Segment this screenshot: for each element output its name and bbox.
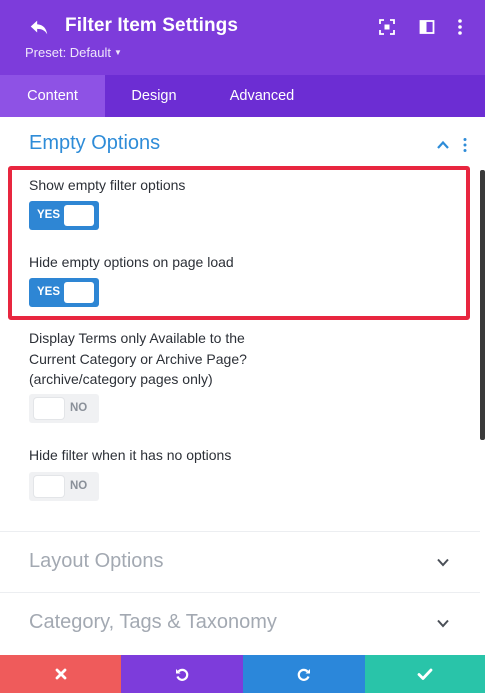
section-menu-icon[interactable] (462, 137, 468, 153)
redo-button[interactable] (243, 655, 365, 693)
more-vertical-icon[interactable] (451, 18, 469, 36)
setting-label-line: (archive/category pages only) (29, 371, 213, 387)
discard-button[interactable] (0, 655, 121, 693)
toggle-state-label: YES (37, 209, 61, 221)
chevron-down-icon[interactable] (436, 616, 450, 630)
setting-label-line: Current Category or Archive Page? (29, 350, 247, 367)
section-title-empty-options[interactable]: Empty Options (29, 132, 160, 155)
toggle-state-label: NO (70, 480, 88, 492)
tab-advanced[interactable]: Advanced (203, 75, 321, 117)
tab-design[interactable]: Design (105, 75, 203, 117)
chevron-down-icon[interactable] (436, 555, 450, 569)
toggle-show-empty-options[interactable]: YES (29, 201, 99, 230)
toggle-knob (64, 205, 94, 226)
close-icon (55, 668, 66, 680)
section-divider (0, 531, 480, 532)
caret-down-icon: ▼ (114, 48, 122, 57)
back-icon[interactable] (28, 16, 50, 38)
setting-label-line: Display Terms only Available to the (29, 330, 245, 346)
undo-button[interactable] (121, 655, 243, 693)
expand-icon[interactable] (378, 18, 396, 36)
sidebar-layout-icon[interactable] (418, 18, 436, 36)
preset-label: Preset: Default (25, 45, 111, 60)
section-divider (0, 592, 480, 593)
modal-title: Filter Item Settings (65, 15, 239, 36)
section-title-layout-options[interactable]: Layout Options (29, 550, 164, 573)
setting-label-hide-empty-on-load: Hide empty options on page load (29, 254, 234, 270)
undo-icon (176, 668, 189, 681)
section-title-taxonomy[interactable]: Category, Tags & Taxonomy (29, 611, 277, 634)
save-button[interactable] (365, 655, 485, 693)
toggle-knob (64, 282, 94, 303)
chevron-up-icon[interactable] (436, 138, 450, 152)
setting-label-show-empty: Show empty filter options (29, 177, 186, 193)
toggle-knob (34, 398, 64, 419)
settings-header: Filter Item Settings Preset: Default ▼ (0, 0, 485, 75)
action-footer (0, 655, 485, 693)
tab-content[interactable]: Content (0, 75, 105, 117)
redo-icon (297, 668, 310, 681)
setting-label-hide-filter-no-options: Hide filter when it has no options (29, 447, 232, 463)
tab-bar: Content Design Advanced (0, 75, 485, 117)
toggle-state-label: NO (70, 402, 88, 414)
toggle-display-terms-only[interactable]: NO (29, 394, 99, 423)
setting-label-display-terms: Display Terms only Available to the Curr… (29, 328, 247, 390)
preset-dropdown[interactable]: Preset: Default ▼ (25, 45, 122, 60)
toggle-hide-empty-on-load[interactable]: YES (29, 278, 99, 307)
toggle-knob (34, 476, 64, 497)
scrollbar[interactable] (480, 170, 485, 440)
check-icon (417, 668, 433, 680)
toggle-hide-filter-no-options[interactable]: NO (29, 472, 99, 501)
toggle-state-label: YES (37, 286, 61, 298)
